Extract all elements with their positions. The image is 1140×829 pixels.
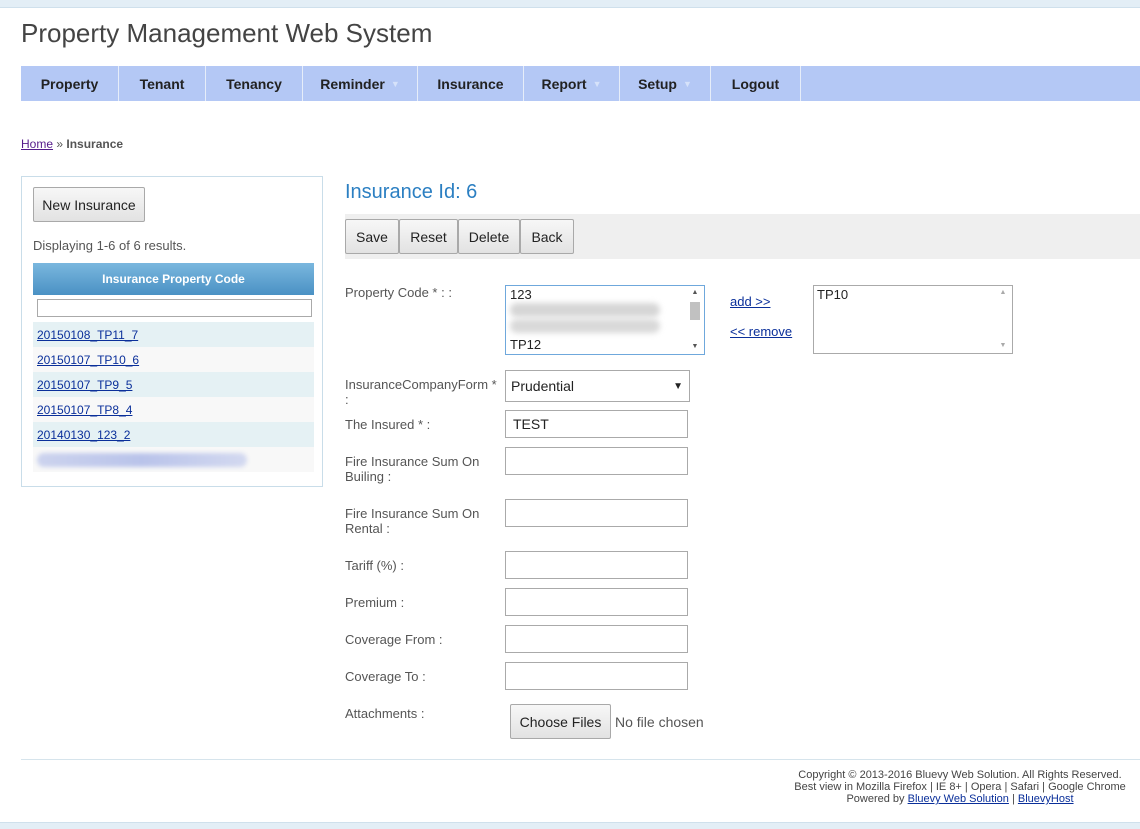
- table-row-redacted: [33, 447, 314, 472]
- listbox-scrollbar[interactable]: ▲ ▼: [996, 288, 1010, 351]
- table-row: 20150107_TP8_4: [33, 397, 314, 422]
- file-status: No file chosen: [615, 714, 704, 730]
- scroll-thumb[interactable]: [690, 302, 700, 320]
- list-item[interactable]: TP12: [510, 337, 541, 352]
- table-row: 20150108_TP11_7: [33, 322, 314, 347]
- save-button[interactable]: Save: [345, 219, 399, 254]
- footer-powered: Powered by Bluevy Web Solution | BluevyH…: [790, 793, 1130, 805]
- insured-input[interactable]: TEST: [505, 410, 688, 438]
- selected-value: Prudential: [511, 378, 575, 394]
- new-insurance-button[interactable]: New Insurance: [33, 187, 145, 222]
- menu-label: Report: [541, 75, 587, 92]
- premium-label: Premium :: [345, 595, 405, 610]
- coverage-from-label: Coverage From :: [345, 632, 443, 647]
- table-row: 20150107_TP9_5: [33, 372, 314, 397]
- insurance-company-label: InsuranceCompanyForm * :: [345, 377, 497, 407]
- menu-label: Tenancy: [226, 75, 282, 92]
- redacted-row-content: [37, 452, 247, 467]
- row-link[interactable]: 20150107_TP10_6: [37, 353, 139, 367]
- main-menu: Property Tenant Tenancy Reminder ▼ Insura…: [21, 66, 1140, 101]
- powered-by-text: Powered by: [846, 793, 905, 805]
- insurance-company-select[interactable]: Prudential ▼: [505, 370, 690, 402]
- menu-label: Insurance: [437, 75, 504, 92]
- menu-report[interactable]: Report ▼: [524, 66, 620, 101]
- property-code-label: Property Code * : :: [345, 285, 452, 300]
- back-button[interactable]: Back: [520, 219, 574, 254]
- scroll-up-icon[interactable]: ▲: [996, 288, 1010, 298]
- coverage-to-label: Coverage To :: [345, 669, 426, 684]
- chevron-down-icon: ▼: [682, 78, 692, 89]
- page-title: Insurance Id: 6: [345, 181, 478, 203]
- bluevy-web-solution-link[interactable]: Bluevy Web Solution: [908, 793, 1009, 805]
- list-item[interactable]: TP10: [817, 287, 848, 302]
- scroll-down-icon[interactable]: ▼: [996, 341, 1010, 351]
- results-summary: Displaying 1-6 of 6 results.: [33, 238, 187, 253]
- available-property-list[interactable]: 123 TP12 ▲ ▼: [505, 285, 705, 355]
- menu-tenant[interactable]: Tenant: [119, 66, 206, 101]
- app-title: Property Management Web System: [21, 18, 433, 48]
- top-border: [0, 0, 1140, 8]
- row-link[interactable]: 20150107_TP9_5: [37, 378, 132, 392]
- reset-button[interactable]: Reset: [399, 219, 458, 254]
- breadcrumb: Home » Insurance: [21, 137, 123, 151]
- menu-label: Property: [40, 75, 99, 92]
- menu-property[interactable]: Property: [21, 66, 119, 101]
- tariff-input[interactable]: [505, 551, 688, 579]
- table-row: 20150107_TP10_6: [33, 347, 314, 372]
- choose-files-button[interactable]: Choose Files: [510, 704, 611, 739]
- breadcrumb-home-link[interactable]: Home: [21, 137, 53, 151]
- fire-building-label: Fire Insurance Sum On Builing :: [345, 454, 480, 484]
- menu-label: Setup: [638, 75, 677, 92]
- breadcrumb-separator: »: [56, 137, 64, 151]
- insurance-list-panel: New Insurance Displaying 1-6 of 6 result…: [21, 176, 323, 487]
- premium-input[interactable]: [505, 588, 688, 616]
- menu-insurance[interactable]: Insurance: [418, 66, 524, 101]
- attachments-label: Attachments :: [345, 706, 425, 721]
- coverage-from-input[interactable]: [505, 625, 688, 653]
- footer-divider: [21, 759, 1140, 760]
- coverage-to-input[interactable]: [505, 662, 688, 690]
- menu-logout[interactable]: Logout: [711, 66, 801, 101]
- footer: Copyright © 2013-2016 Bluevy Web Solutio…: [790, 769, 1130, 805]
- redacted-item: [510, 319, 660, 333]
- list-item[interactable]: 123: [510, 287, 532, 302]
- row-link[interactable]: 20150107_TP8_4: [37, 403, 132, 417]
- menu-label: Reminder: [320, 75, 385, 92]
- footer-copyright: Copyright © 2013-2016 Bluevy Web Solutio…: [798, 769, 1122, 781]
- fire-building-input[interactable]: [505, 447, 688, 475]
- scroll-up-icon[interactable]: ▲: [688, 288, 702, 298]
- footer-separator: |: [1011, 793, 1015, 805]
- menu-tenancy[interactable]: Tenancy: [206, 66, 303, 101]
- chevron-down-icon: ▼: [390, 78, 400, 89]
- menu-label: Logout: [731, 75, 780, 92]
- scroll-down-icon[interactable]: ▼: [688, 342, 702, 352]
- action-toolbar: Save Reset Delete Back: [345, 214, 1140, 259]
- fire-rental-input[interactable]: [505, 499, 688, 527]
- bluevyhost-link[interactable]: BluevyHost: [1018, 793, 1074, 805]
- insured-label: The Insured * :: [345, 417, 431, 432]
- footer-best-view: Best view in Mozilla Firefox | IE 8+ | O…: [794, 781, 1126, 793]
- chevron-down-icon: ▼: [592, 78, 602, 89]
- fire-rental-label: Fire Insurance Sum On Rental :: [345, 506, 480, 536]
- row-link[interactable]: 20150108_TP11_7: [37, 328, 138, 342]
- breadcrumb-current: Insurance: [66, 137, 124, 151]
- menu-reminder[interactable]: Reminder ▼: [303, 66, 418, 101]
- grid-column-header[interactable]: Insurance Property Code: [33, 263, 314, 295]
- selected-property-list[interactable]: TP10 ▲ ▼: [813, 285, 1013, 354]
- table-row: 20140130_123_2: [33, 422, 314, 447]
- add-link[interactable]: add >>: [730, 294, 771, 309]
- tariff-label: Tariff (%) :: [345, 558, 404, 573]
- row-link[interactable]: 20140130_123_2: [37, 428, 130, 442]
- chevron-down-icon: ▼: [673, 381, 683, 392]
- listbox-scrollbar[interactable]: ▲ ▼: [688, 288, 702, 352]
- grid-rows: 20150108_TP11_7 20150107_TP10_6 20150107…: [33, 322, 314, 472]
- menu-label: Tenant: [139, 75, 185, 92]
- remove-link[interactable]: << remove: [730, 324, 792, 339]
- grid-filter-input[interactable]: [37, 299, 312, 317]
- delete-button[interactable]: Delete: [458, 219, 520, 254]
- menu-setup[interactable]: Setup ▼: [620, 66, 711, 101]
- redacted-item: [510, 303, 660, 317]
